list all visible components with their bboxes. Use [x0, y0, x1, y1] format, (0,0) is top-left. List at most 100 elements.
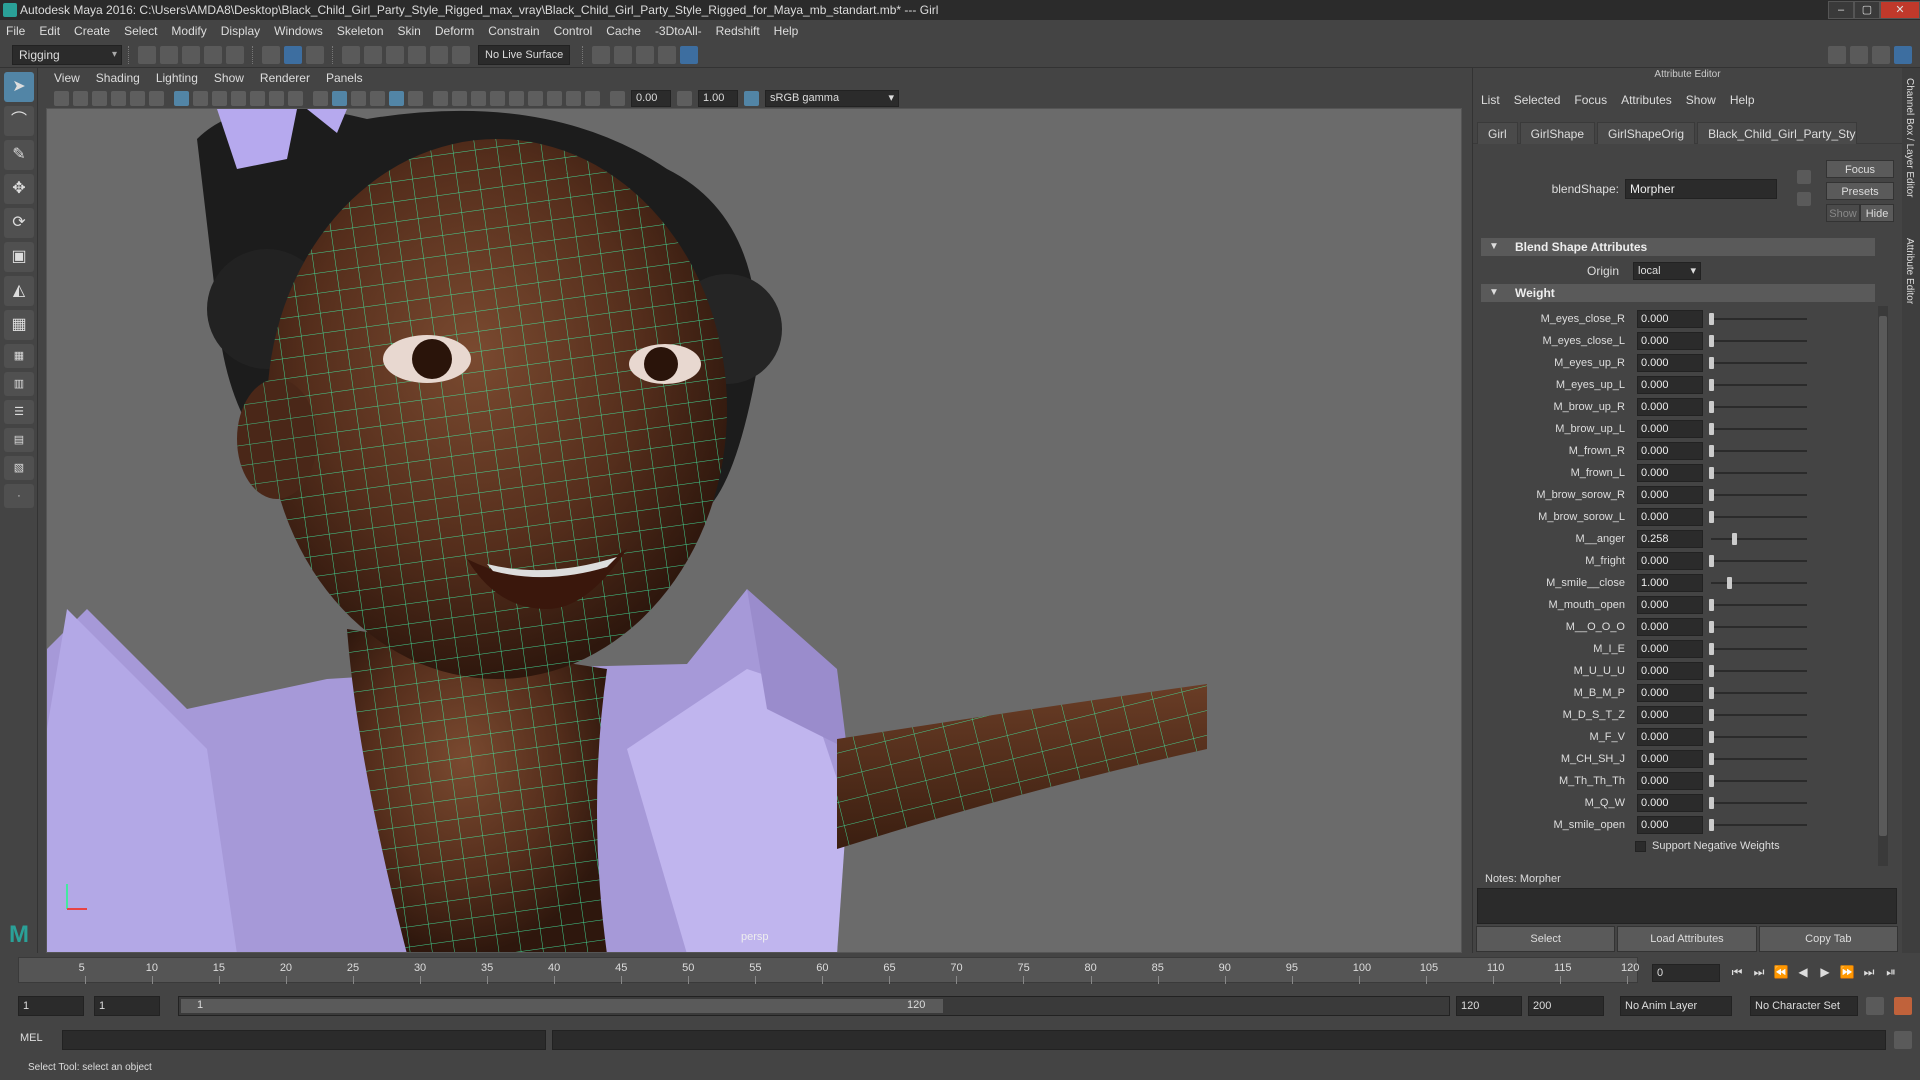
snap-curve-icon[interactable]: [364, 45, 382, 64]
weight-value-field[interactable]: 0.000: [1637, 332, 1703, 350]
weight-value-field[interactable]: 0.000: [1637, 706, 1703, 724]
weight-value-field[interactable]: 0.258: [1637, 530, 1703, 548]
weight-slider-thumb[interactable]: [1709, 599, 1714, 611]
textured-icon[interactable]: [389, 90, 404, 106]
weight-value-field[interactable]: 0.000: [1637, 618, 1703, 636]
weight-value-field[interactable]: 0.000: [1637, 684, 1703, 702]
view-transform-dropdown[interactable]: sRGB gamma ▾: [765, 89, 899, 107]
maximize-button[interactable]: ▢: [1854, 1, 1880, 19]
move-tool-icon[interactable]: ✥: [4, 174, 34, 204]
go-to-end-icon[interactable]: ⏯: [1880, 962, 1902, 982]
gamma-icon[interactable]: [677, 90, 692, 106]
weight-value-field[interactable]: 0.000: [1637, 794, 1703, 812]
range-bar-fill[interactable]: [181, 999, 943, 1013]
weight-slider-thumb[interactable]: [1709, 511, 1714, 523]
layout-outliner-icon[interactable]: ☰: [4, 400, 34, 424]
ae-menu-show[interactable]: Show: [1686, 93, 1716, 107]
select-component-icon[interactable]: [306, 45, 324, 64]
hide-button[interactable]: Hide: [1860, 204, 1894, 222]
isolate-select-icon[interactable]: [528, 90, 543, 106]
grid-toggle-icon[interactable]: [174, 90, 189, 106]
smooth-shade-icon[interactable]: [332, 90, 347, 106]
weight-slider-thumb[interactable]: [1709, 489, 1714, 501]
menu-help[interactable]: Help: [774, 24, 799, 38]
load-attributes-button[interactable]: Load Attributes: [1617, 926, 1757, 952]
menu-modify[interactable]: Modify: [171, 24, 206, 38]
script-editor-icon[interactable]: [1894, 1031, 1912, 1049]
menu-control[interactable]: Control: [554, 24, 593, 38]
weight-slider-thumb[interactable]: [1732, 533, 1738, 545]
weight-slider-thumb[interactable]: [1709, 357, 1714, 369]
menu-create[interactable]: Create: [74, 24, 110, 38]
weight-value-field[interactable]: 0.000: [1637, 442, 1703, 460]
ae-menu-selected[interactable]: Selected: [1514, 93, 1561, 107]
weight-slider-thumb[interactable]: [1709, 313, 1714, 325]
human-ik-icon[interactable]: [1850, 45, 1868, 64]
default-lighting-icon[interactable]: [351, 90, 366, 106]
attribute-editor-toggle-icon[interactable]: [1872, 45, 1890, 64]
weight-slider-track[interactable]: [1711, 824, 1807, 826]
weight-value-field[interactable]: 0.000: [1637, 772, 1703, 790]
menu-cache[interactable]: Cache: [606, 24, 641, 38]
menuset-dropdown[interactable]: Rigging: [12, 44, 122, 65]
xray-components-icon[interactable]: [585, 90, 600, 106]
ae-menu-focus[interactable]: Focus: [1574, 93, 1607, 107]
camera-attributes-icon[interactable]: [73, 90, 88, 106]
minimize-button[interactable]: –: [1828, 1, 1854, 19]
command-input[interactable]: [62, 1030, 546, 1050]
weight-value-field[interactable]: 0.000: [1637, 552, 1703, 570]
mel-label[interactable]: MEL: [20, 1032, 43, 1044]
time-slider-track[interactable]: 5 10 15 20 25 30 35 40 45 50 55 60 65 70 75 80 85 90 95 100…: [18, 957, 1639, 984]
tab-black-child-girl-party-style-rig[interactable]: Black_Child_Girl_Party_Style_Rig: [1697, 121, 1858, 144]
menu-windows[interactable]: Windows: [274, 24, 323, 38]
play-forward-icon[interactable]: ▶: [1814, 962, 1836, 982]
step-back-frame-icon[interactable]: ⏪: [1770, 962, 1792, 982]
weight-slider-track[interactable]: [1711, 626, 1807, 628]
grease-pencil-icon[interactable]: [149, 90, 164, 106]
exposure-icon[interactable]: [610, 90, 625, 106]
xray-icon[interactable]: [547, 90, 562, 106]
weight-slider-track[interactable]: [1711, 802, 1807, 804]
undo-icon[interactable]: [204, 45, 222, 64]
xray-joints-icon[interactable]: [566, 90, 581, 106]
preferences-icon[interactable]: [1894, 997, 1912, 1015]
weight-value-field[interactable]: 0.000: [1637, 640, 1703, 658]
menu-edit[interactable]: Edit: [39, 24, 60, 38]
viewport-menu-view[interactable]: View: [54, 71, 80, 85]
color-management-icon[interactable]: [744, 90, 759, 106]
live-surface-field[interactable]: No Live Surface: [478, 44, 571, 65]
viewport-menu-show[interactable]: Show: [214, 71, 244, 85]
layout-persp-graph-icon[interactable]: ▧: [4, 456, 34, 480]
field-chart-icon[interactable]: [250, 90, 265, 106]
viewport-menu-renderer[interactable]: Renderer: [260, 71, 310, 85]
viewport-menu-lighting[interactable]: Lighting: [156, 71, 198, 85]
ae-menu-help[interactable]: Help: [1730, 93, 1755, 107]
weight-value-field[interactable]: 0.000: [1637, 662, 1703, 680]
attribute-scrollbar[interactable]: [1878, 306, 1888, 866]
last-tool-icon[interactable]: ◭: [4, 276, 34, 306]
layout-two-icon[interactable]: ▥: [4, 372, 34, 396]
weight-value-field[interactable]: 0.000: [1637, 464, 1703, 482]
blend-shape-attributes-header[interactable]: Blend Shape Attributes: [1481, 238, 1875, 256]
2d-pan-icon[interactable]: [130, 90, 145, 106]
ae-menu-attributes[interactable]: Attributes: [1621, 93, 1672, 107]
ae-menu-list[interactable]: List: [1481, 93, 1500, 107]
character-set-dropdown[interactable]: No Character Set: [1750, 996, 1858, 1016]
layout-four-icon[interactable]: ▦: [4, 344, 34, 368]
use-lights-icon[interactable]: [408, 90, 423, 106]
screen-ao-icon[interactable]: [452, 90, 467, 106]
render-settings-icon[interactable]: [658, 45, 677, 64]
step-forward-key-icon[interactable]: ⏭: [1858, 962, 1880, 982]
gate-mask-icon[interactable]: [231, 90, 246, 106]
menu-3dtoall[interactable]: -3DtoAll-: [655, 24, 702, 38]
paint-select-tool-icon[interactable]: ✎: [4, 140, 34, 170]
support-negative-row[interactable]: Support Negative Weights: [1635, 840, 1780, 852]
weight-slider-track[interactable]: [1711, 384, 1807, 386]
snap-surface-icon[interactable]: [430, 45, 448, 64]
current-frame-field[interactable]: 0: [1652, 964, 1720, 982]
menu-deform[interactable]: Deform: [435, 24, 474, 38]
close-button[interactable]: ✕: [1880, 1, 1920, 19]
ipr-render-icon[interactable]: [636, 45, 655, 64]
weight-slider-track[interactable]: [1711, 516, 1807, 518]
weight-slider-thumb[interactable]: [1709, 687, 1714, 699]
